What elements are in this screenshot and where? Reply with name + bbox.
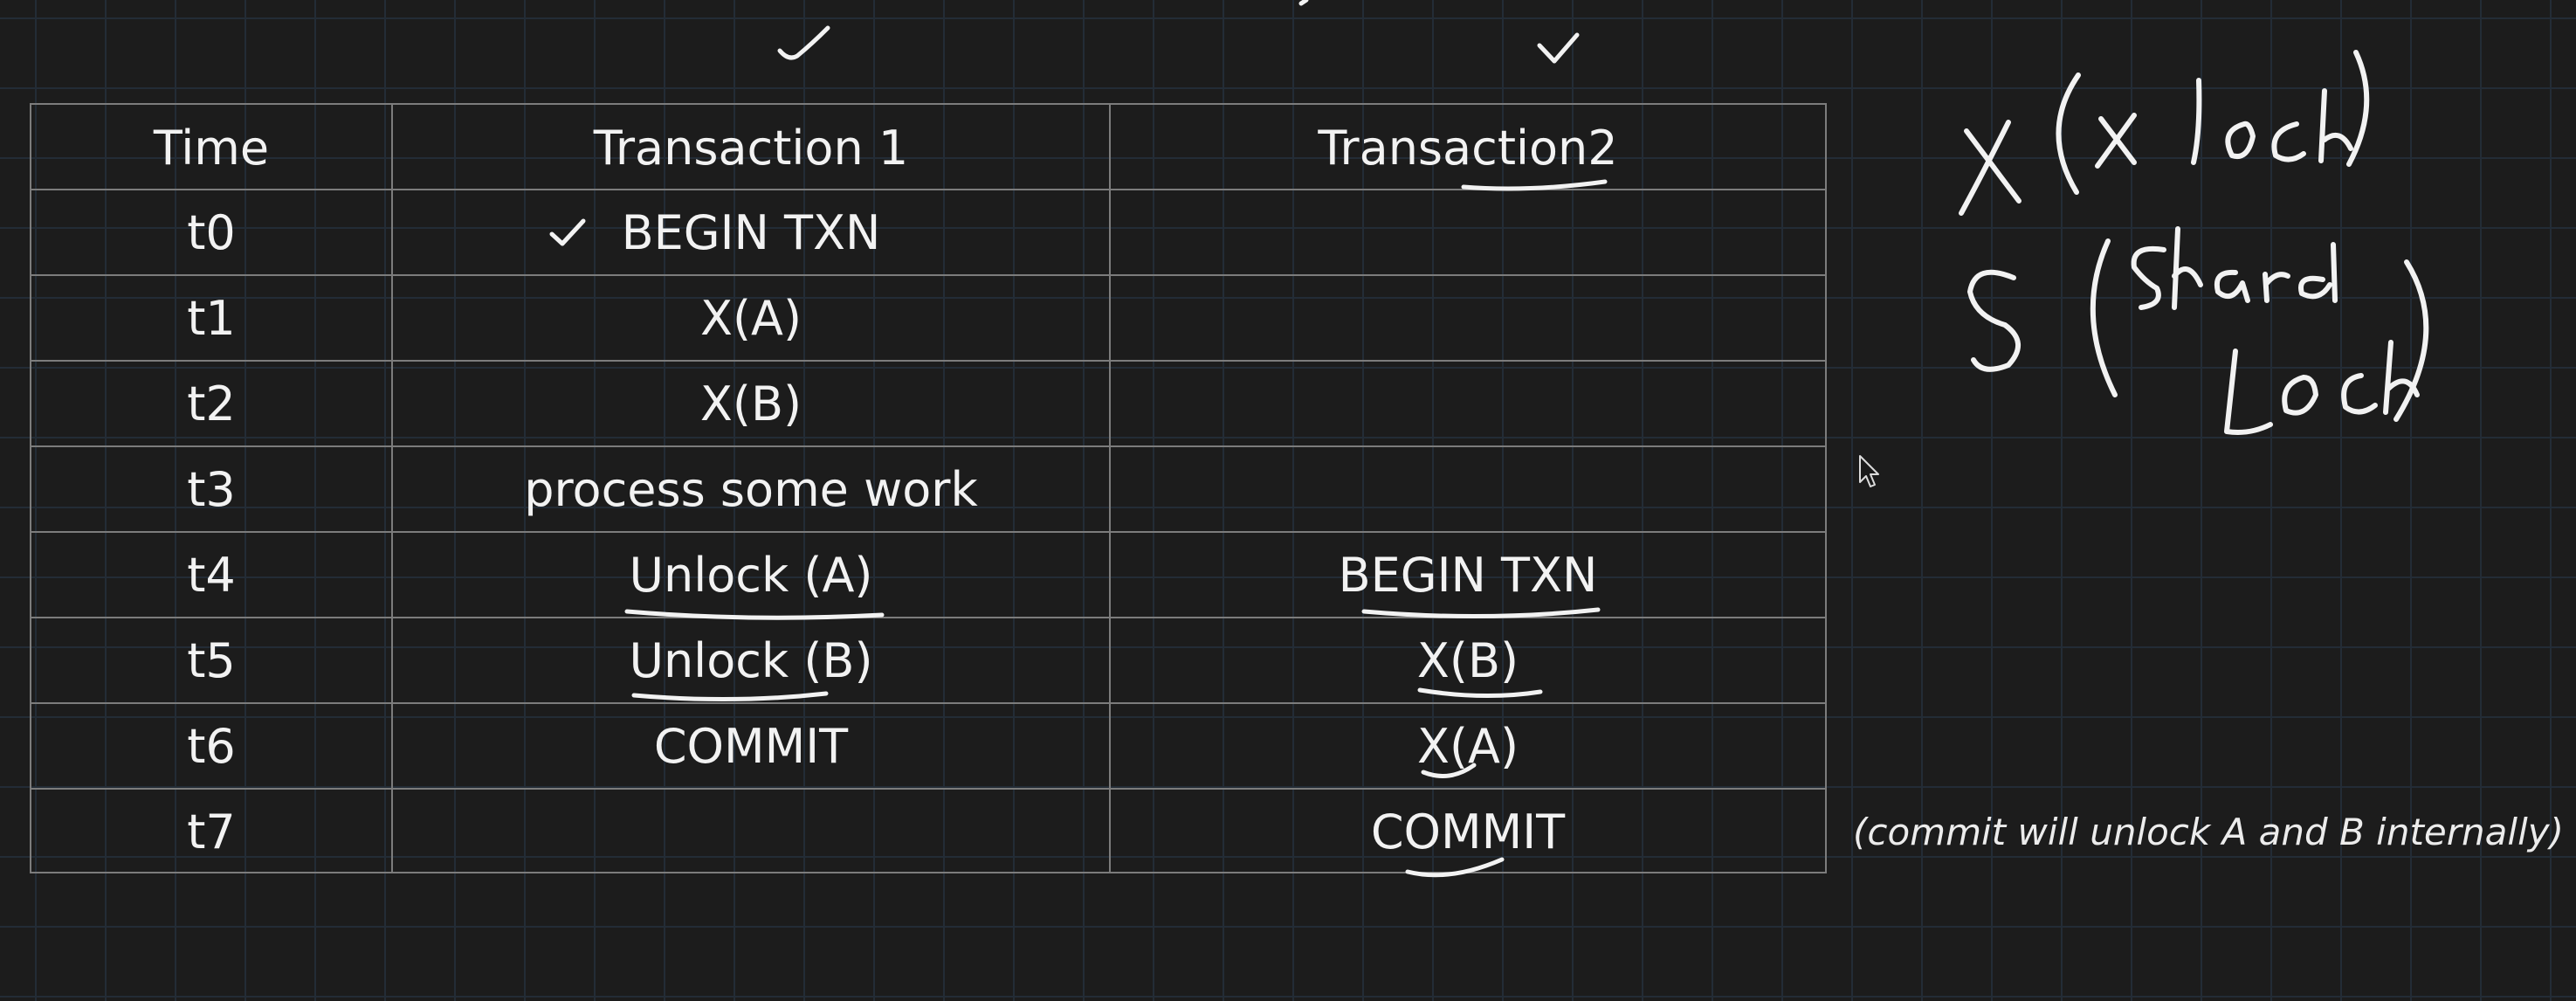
commit-note: (commit will unlock A and B internally) <box>1853 811 2564 853</box>
mouse-cursor-icon <box>1859 455 1879 487</box>
table-row: t5 Unlock (B) X(B) <box>31 617 1825 702</box>
table-row: t0 BEGIN TXN <box>31 189 1825 274</box>
transaction-2-cell: X(B) <box>1416 632 1519 688</box>
table-row: t2 X(B) <box>31 360 1825 445</box>
column-1-check-mark <box>777 25 830 60</box>
time-cell: t5 <box>31 618 393 702</box>
time-cell: t4 <box>31 533 393 617</box>
transaction-2-cell: BEGIN TXN <box>1338 547 1598 603</box>
transaction-1-cell: X(B) <box>393 362 1111 445</box>
column-2-check-mark <box>1537 32 1580 64</box>
transaction-1-cell: Unlock (B) <box>393 618 1111 702</box>
time-cell: t7 <box>31 790 393 873</box>
table-header-row: Time Transaction 1 Transaction2 <box>31 105 1825 190</box>
table-row: t6 COMMIT X(A) <box>31 702 1825 788</box>
transaction-1-cell: BEGIN TXN <box>393 190 1111 274</box>
transaction-1-label: BEGIN TXN <box>621 204 881 260</box>
transaction-2-cell <box>1111 190 1825 274</box>
time-cell: t3 <box>31 447 393 531</box>
transaction-1-cell: Unlock (A) <box>393 533 1111 617</box>
transaction-1-cell: COMMIT <box>393 704 1111 788</box>
table-row: t1 X(A) <box>31 274 1825 360</box>
transaction-2-cell <box>1111 447 1825 531</box>
transaction-1-text: BEGIN TXN <box>549 204 881 260</box>
checkmark-icon <box>549 218 586 246</box>
handwritten-lock-legend <box>1959 50 2429 435</box>
time-cell: t6 <box>31 704 393 788</box>
time-cell: t0 <box>31 190 393 274</box>
transaction-1-cell: X(A) <box>393 276 1111 360</box>
table-row: t3 process some work <box>31 445 1825 531</box>
transaction-1-cell <box>393 790 1111 873</box>
header-time: Time <box>31 105 393 190</box>
time-cell: t1 <box>31 276 393 360</box>
transaction-2-cell: X(A) <box>1416 718 1519 774</box>
transaction-2-cell <box>1111 362 1825 445</box>
transaction-2-cell: COMMIT <box>1370 804 1566 859</box>
table-row: t4 Unlock (A) BEGIN TXN <box>31 531 1825 617</box>
top-stroke-fragment <box>1298 0 1309 6</box>
header-transaction-2: Transaction2 <box>1318 120 1618 176</box>
transaction-1-cell: process some work <box>393 447 1111 531</box>
table-row: t7 COMMIT <box>31 788 1825 873</box>
lock-schedule-table: Time Transaction 1 Transaction2 t0 BEGIN… <box>30 103 1827 873</box>
time-cell: t2 <box>31 362 393 445</box>
header-transaction-1: Transaction 1 <box>393 105 1111 190</box>
transaction-2-cell <box>1111 276 1825 360</box>
